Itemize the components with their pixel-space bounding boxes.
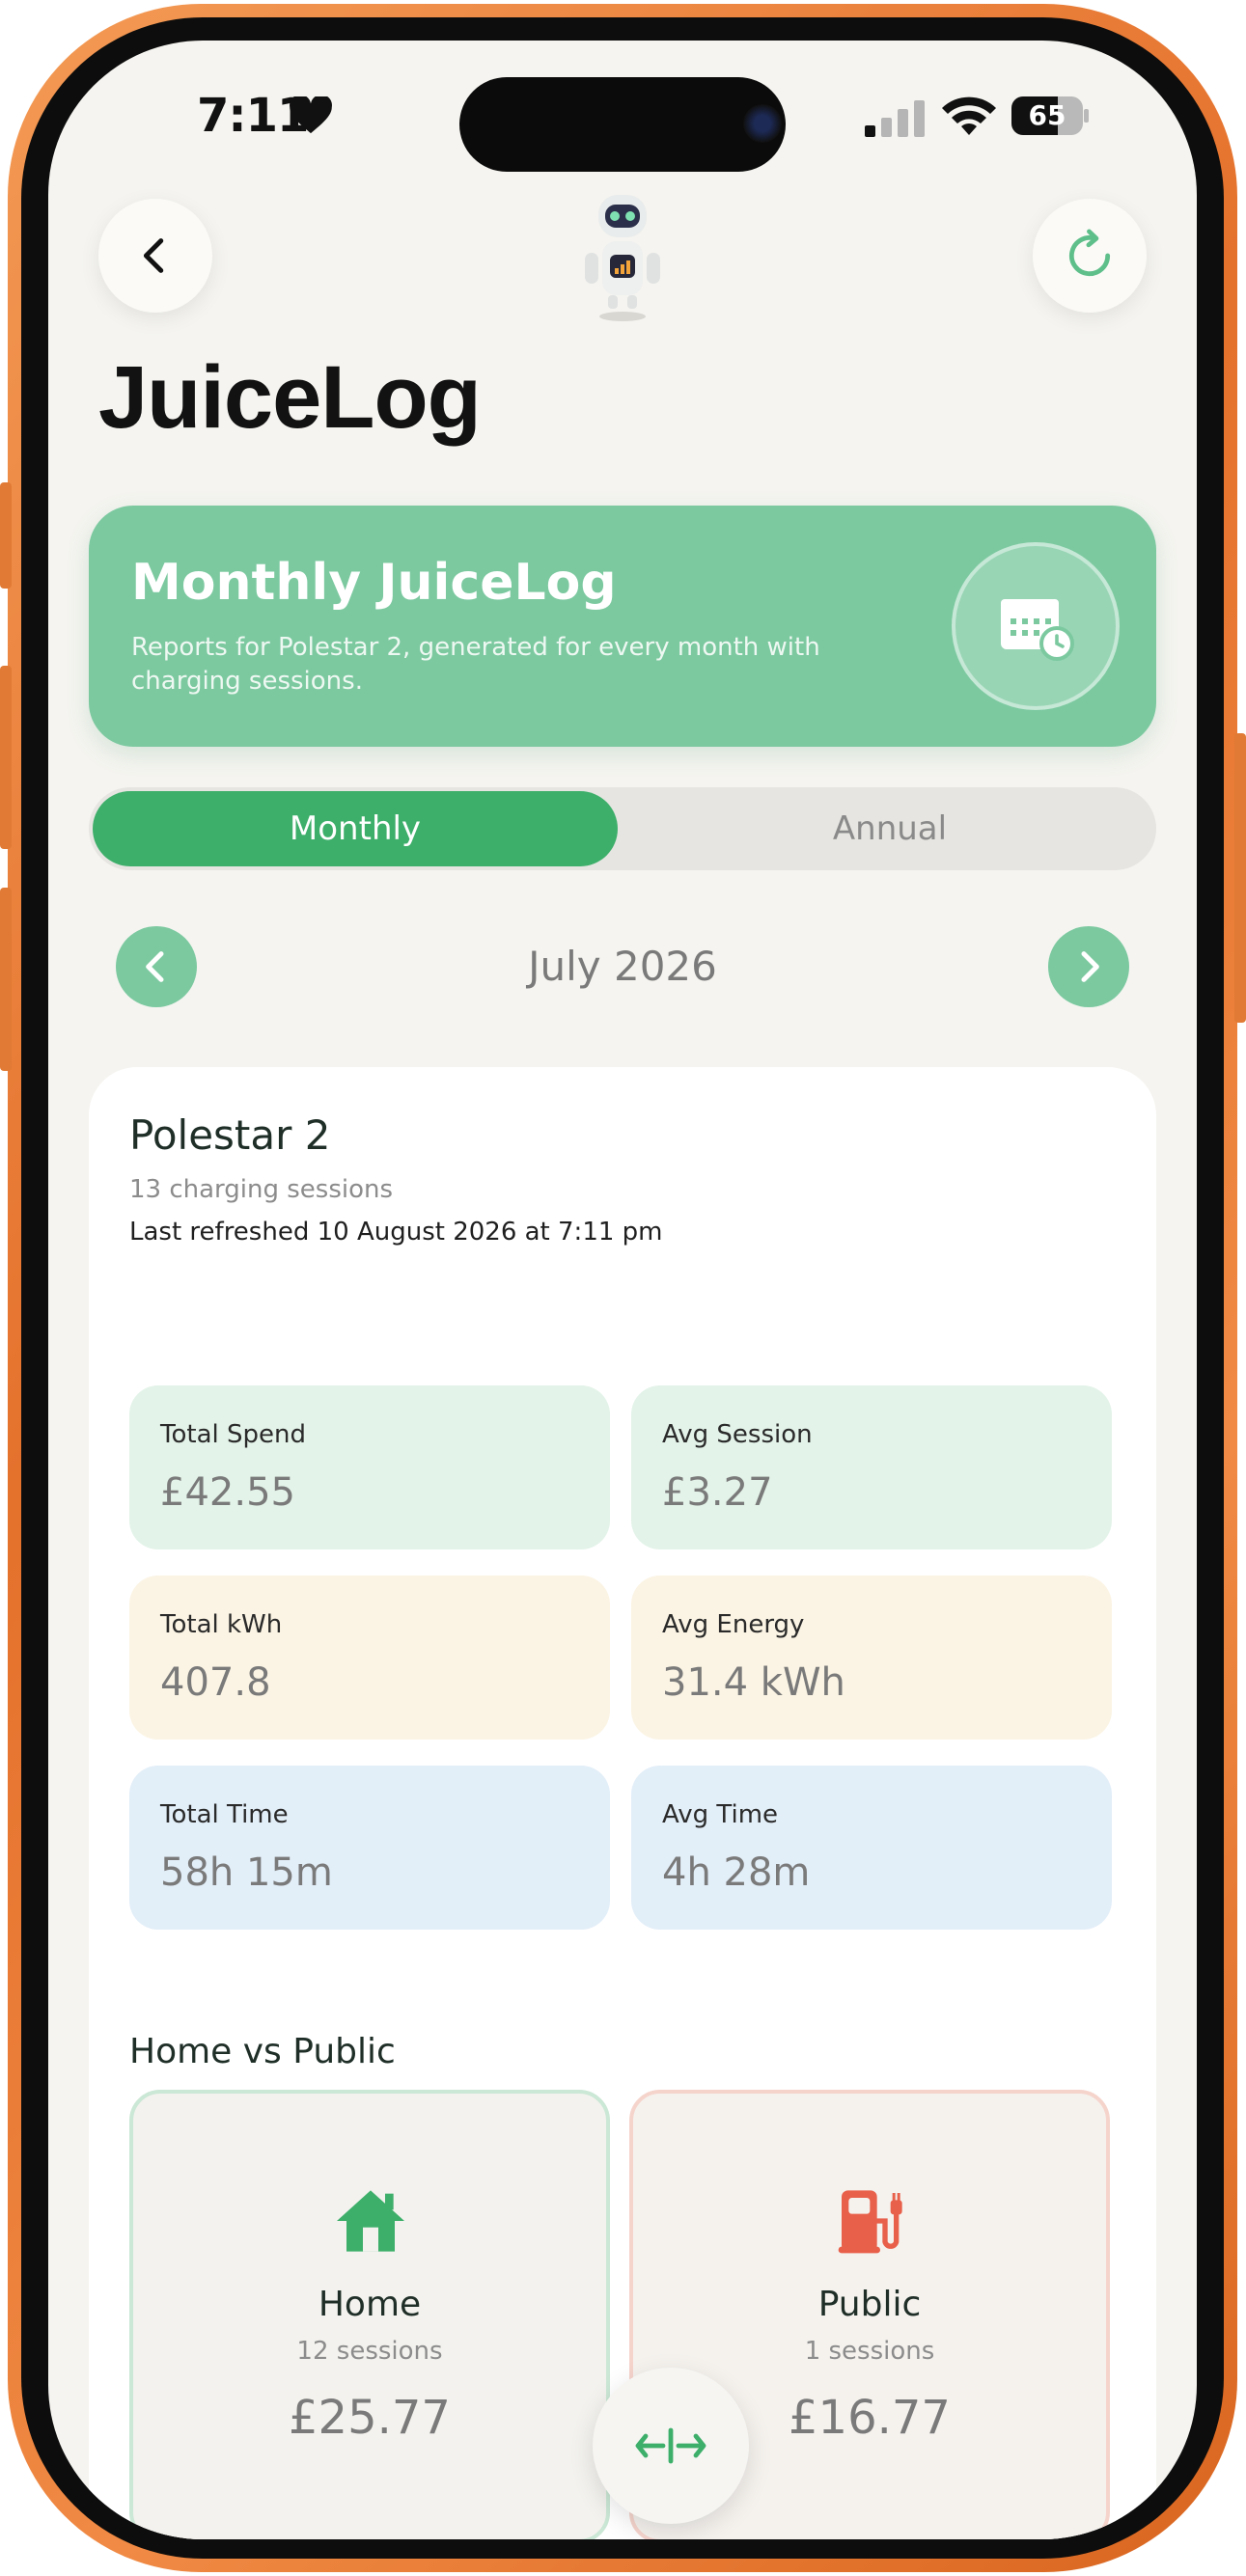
banner-title: Monthly JuiceLog <box>131 554 617 612</box>
back-button[interactable] <box>98 199 212 313</box>
app-screen: 7:11 65 JuiceLog Monthly JuiceLog Report… <box>48 41 1197 2539</box>
volume-down-button <box>0 888 12 1071</box>
stat-label: Total Time <box>160 1800 289 1829</box>
vehicle-name: Polestar 2 <box>129 1111 331 1159</box>
vehicle-report-card: Polestar 2 13 charging sessions Last ref… <box>89 1067 1156 2539</box>
robot-mascot <box>585 195 660 321</box>
tab-annual[interactable]: Annual <box>627 791 1152 866</box>
stat-value: 31.4 kWh <box>662 1660 845 1705</box>
battery-tip <box>1084 109 1089 123</box>
fuel-pump-icon <box>838 2190 902 2254</box>
stat-total-kwh: Total kWh 407.8 <box>129 1576 610 1740</box>
banner-icon-badge <box>952 542 1120 710</box>
previous-month-button[interactable] <box>116 926 197 1007</box>
stat-avg-time: Avg Time 4h 28m <box>631 1766 1112 1930</box>
banner-subtitle: Reports for Polestar 2, generated for ev… <box>131 633 820 696</box>
volume-up-button <box>0 666 12 849</box>
public-sessions: 1 sessions <box>804 2337 935 2366</box>
home-spend: £25.77 <box>289 2391 451 2445</box>
page-title: JuiceLog <box>98 348 482 447</box>
home-sessions: 12 sessions <box>296 2337 443 2366</box>
battery-percent: 65 <box>1028 99 1066 131</box>
refresh-button[interactable] <box>1033 199 1147 313</box>
stat-label: Total kWh <box>160 1610 283 1639</box>
power-button <box>1234 733 1246 1023</box>
calendar-clock-icon <box>1001 599 1074 661</box>
stat-value: 407.8 <box>160 1660 271 1705</box>
home-charging-card[interactable]: Home 12 sessions £25.77 <box>129 2090 610 2539</box>
battery-indicator: 65 <box>1011 96 1089 135</box>
dynamic-island <box>459 77 786 172</box>
last-refreshed: Last refreshed 10 August 2026 at 7:11 pm <box>129 1218 663 1247</box>
stat-avg-energy: Avg Energy 31.4 kWh <box>631 1576 1112 1740</box>
front-camera <box>743 104 782 143</box>
chevron-right-icon <box>1081 951 1099 982</box>
house-icon <box>337 2190 404 2252</box>
stat-total-time: Total Time 58h 15m <box>129 1766 610 1930</box>
stat-value: £3.27 <box>662 1470 773 1515</box>
chevron-left-icon <box>146 951 164 982</box>
refresh-icon <box>1068 229 1111 277</box>
current-period-label: July 2026 <box>528 943 717 990</box>
stat-label: Avg Session <box>662 1420 813 1449</box>
wifi-icon <box>942 96 996 135</box>
stat-label: Avg Energy <box>662 1610 805 1639</box>
stat-total-spend: Total Spend £42.55 <box>129 1385 610 1549</box>
compare-button[interactable] <box>593 2368 749 2524</box>
period-toggle: Monthly Annual <box>89 787 1156 870</box>
cellular-signal-icon <box>865 100 925 137</box>
stat-value: £42.55 <box>160 1470 295 1515</box>
home-vs-public-title: Home vs Public <box>129 2032 396 2071</box>
session-count: 13 charging sessions <box>129 1175 394 1204</box>
tab-monthly[interactable]: Monthly <box>93 791 618 866</box>
heart-icon <box>290 96 332 134</box>
home-label: Home <box>318 2285 422 2324</box>
public-label: Public <box>817 2285 922 2324</box>
stat-value: 58h 15m <box>160 1850 333 1895</box>
arrows-left-right-icon <box>635 2427 706 2464</box>
stat-label: Total Spend <box>160 1420 306 1449</box>
report-banner: Monthly JuiceLog Reports for Polestar 2,… <box>89 506 1156 747</box>
action-button <box>0 482 12 589</box>
stat-value: 4h 28m <box>662 1850 811 1895</box>
stat-avg-session: Avg Session £3.27 <box>631 1385 1112 1549</box>
next-month-button[interactable] <box>1048 926 1129 1007</box>
chevron-left-icon <box>143 238 164 273</box>
status-bar: 7:11 65 <box>48 41 1197 205</box>
stat-label: Avg Time <box>662 1800 779 1829</box>
battery-body: 65 <box>1011 96 1083 135</box>
